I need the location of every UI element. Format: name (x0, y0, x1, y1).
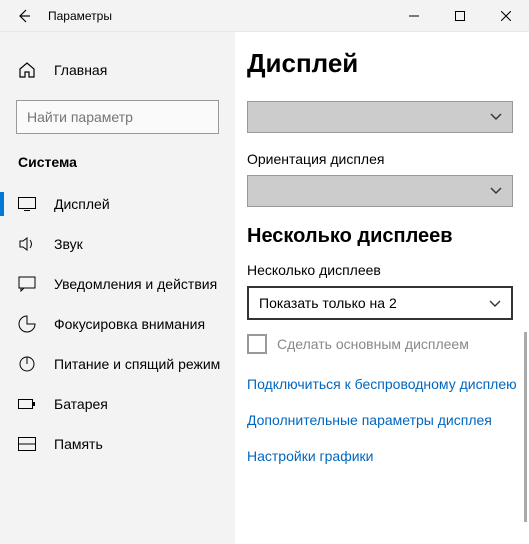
multi-display-value: Показать только на 2 (259, 295, 397, 311)
link-advanced-display[interactable]: Дополнительные параметры дисплея (247, 412, 529, 428)
orientation-label: Ориентация дисплея (247, 151, 529, 167)
sidebar-item-sound[interactable]: Звук (0, 224, 235, 264)
main-panel: Дисплей Ориентация дисплея Несколько дис… (235, 32, 529, 544)
titlebar: Параметры (0, 0, 529, 32)
primary-display-checkbox[interactable] (247, 334, 267, 354)
chevron-down-icon (490, 108, 502, 126)
minimize-icon (409, 11, 419, 21)
sidebar-item-storage[interactable]: Память (0, 424, 235, 464)
nav-home-label: Главная (54, 62, 107, 78)
search-input-container[interactable] (16, 100, 219, 134)
multi-display-label: Несколько дисплеев (247, 262, 529, 278)
close-button[interactable] (483, 0, 529, 32)
multi-display-select[interactable]: Показать только на 2 (247, 286, 513, 320)
sidebar-item-label: Звук (54, 236, 83, 252)
sidebar-item-label: Питание и спящий режим (54, 356, 220, 372)
sidebar-item-label: Фокусировка внимания (54, 316, 205, 332)
multi-display-heading: Несколько дисплеев (247, 225, 529, 248)
link-wireless-display[interactable]: Подключиться к беспроводному дисплею (247, 376, 529, 392)
home-icon (18, 61, 36, 79)
sidebar-item-label: Дисплей (54, 196, 110, 212)
sidebar-item-label: Батарея (54, 396, 108, 412)
chevron-down-icon (489, 295, 501, 311)
sidebar-item-focus[interactable]: Фокусировка внимания (0, 304, 235, 344)
power-icon (18, 355, 36, 373)
window-title: Параметры (48, 9, 112, 23)
scale-dropdown[interactable] (247, 101, 513, 133)
display-icon (18, 195, 36, 213)
sidebar: Главная Система Дисплей Звук Уведомления… (0, 32, 235, 544)
sidebar-item-display[interactable]: Дисплей (0, 184, 235, 224)
minimize-button[interactable] (391, 0, 437, 32)
primary-display-label: Сделать основным дисплеем (277, 336, 469, 352)
sidebar-item-label: Память (54, 436, 103, 452)
sidebar-item-power[interactable]: Питание и спящий режим (0, 344, 235, 384)
battery-icon (18, 395, 36, 413)
orientation-dropdown[interactable] (247, 175, 513, 207)
nav-home[interactable]: Главная (0, 50, 235, 90)
search-input[interactable] (27, 109, 208, 125)
window-controls (391, 0, 529, 32)
notifications-icon (18, 275, 36, 293)
link-graphics-settings[interactable]: Настройки графики (247, 448, 529, 464)
sidebar-item-battery[interactable]: Батарея (0, 384, 235, 424)
close-icon (501, 11, 511, 21)
maximize-icon (455, 11, 465, 21)
sound-icon (18, 235, 36, 253)
primary-display-row: Сделать основным дисплеем (247, 334, 529, 354)
maximize-button[interactable] (437, 0, 483, 32)
sidebar-item-label: Уведомления и действия (54, 276, 217, 292)
page-heading: Дисплей (247, 48, 529, 79)
sidebar-item-notifications[interactable]: Уведомления и действия (0, 264, 235, 304)
sidebar-section-title: Система (0, 152, 235, 184)
storage-icon (18, 435, 36, 453)
chevron-down-icon (490, 182, 502, 200)
focus-icon (18, 315, 36, 333)
back-button[interactable] (0, 0, 48, 32)
scrollbar[interactable] (524, 332, 527, 522)
arrow-left-icon (16, 8, 32, 24)
